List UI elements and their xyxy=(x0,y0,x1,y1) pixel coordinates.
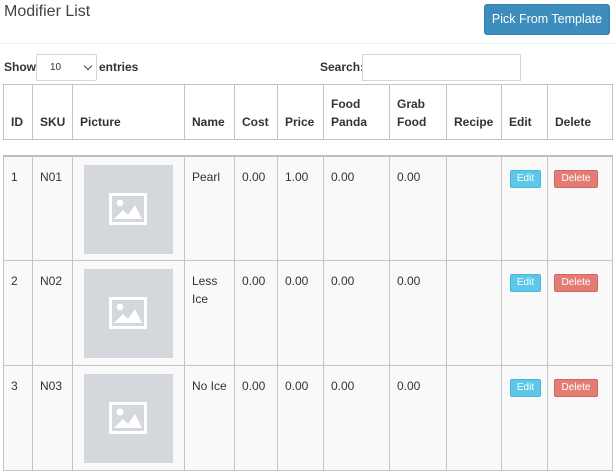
column-header-sku[interactable]: SKU xyxy=(32,84,73,140)
column-header-grab-food[interactable]: Grab Food xyxy=(389,84,447,140)
entries-label: entries xyxy=(99,60,139,74)
search-label: Search: xyxy=(320,60,365,74)
delete-button[interactable]: Delete xyxy=(554,379,598,397)
cell-delete: Delete xyxy=(547,365,613,471)
cell-grab-food: 0.00 xyxy=(389,260,447,366)
column-header-cost[interactable]: Cost xyxy=(234,84,278,140)
edit-button[interactable]: Edit xyxy=(510,379,541,397)
cell-name: Less Ice xyxy=(184,260,235,366)
cell-name: No Ice xyxy=(184,365,235,471)
cell-food-panda: 0.00 xyxy=(323,155,390,261)
cell-edit: Edit xyxy=(501,260,548,366)
cell-id: 3 xyxy=(3,365,33,471)
cell-recipe xyxy=(446,365,502,471)
column-header-name[interactable]: Name xyxy=(184,84,235,140)
cell-edit: Edit xyxy=(501,155,548,261)
cell-grab-food: 0.00 xyxy=(389,155,447,261)
cell-cost: 0.00 xyxy=(234,260,278,366)
edit-button[interactable]: Edit xyxy=(510,169,541,188)
table-header-row: ID SKU Picture Name Cost Price Food Pand… xyxy=(3,84,613,140)
column-header-recipe[interactable]: Recipe xyxy=(446,84,502,140)
cell-food-panda: 0.00 xyxy=(323,365,390,471)
page-length-select[interactable]: 10 xyxy=(36,54,97,81)
cell-price: 1.00 xyxy=(277,155,324,261)
cell-name: Pearl xyxy=(184,155,235,261)
image-placeholder xyxy=(84,374,173,463)
cell-picture xyxy=(72,155,185,261)
cell-price: 0.00 xyxy=(277,365,324,471)
cell-sku: N02 xyxy=(32,260,73,366)
pick-from-template-button[interactable]: Pick From Template xyxy=(484,4,610,35)
image-placeholder-icon xyxy=(109,297,147,329)
page-title: Modifier List xyxy=(4,3,91,20)
column-header-delete[interactable]: Delete xyxy=(547,84,613,140)
delete-button[interactable]: Delete xyxy=(554,169,598,188)
cell-cost: 0.00 xyxy=(234,365,278,471)
image-placeholder-icon xyxy=(109,192,147,225)
cell-id: 1 xyxy=(3,155,33,261)
cell-food-panda: 0.00 xyxy=(323,260,390,366)
cell-cost: 0.00 xyxy=(234,155,278,261)
chevron-down-icon xyxy=(83,61,93,71)
cell-sku: N01 xyxy=(32,155,73,261)
column-header-picture[interactable]: Picture xyxy=(72,84,185,140)
column-header-edit[interactable]: Edit xyxy=(501,84,548,140)
delete-button[interactable]: Delete xyxy=(554,274,598,292)
edit-button[interactable]: Edit xyxy=(510,274,541,292)
search-input[interactable] xyxy=(362,54,521,81)
image-placeholder xyxy=(84,269,173,358)
cell-id: 2 xyxy=(3,260,33,366)
cell-picture xyxy=(72,260,185,366)
column-header-price[interactable]: Price xyxy=(277,84,324,140)
column-header-food-panda[interactable]: Food Panda xyxy=(323,84,390,140)
column-header-id[interactable]: ID xyxy=(3,84,33,140)
page-length-value: 10 xyxy=(50,62,62,73)
cell-edit: Edit xyxy=(501,365,548,471)
cell-picture xyxy=(72,365,185,471)
table-row: 2 N02 Less Ice 0.00 0.00 0.00 0.00 Edit … xyxy=(3,260,613,366)
cell-delete: Delete xyxy=(547,155,613,261)
cell-grab-food: 0.00 xyxy=(389,365,447,471)
cell-recipe xyxy=(446,155,502,261)
table-row: 3 N03 No Ice 0.00 0.00 0.00 0.00 Edit De… xyxy=(3,365,613,471)
cell-sku: N03 xyxy=(32,365,73,471)
modifier-table: ID SKU Picture Name Cost Price Food Pand… xyxy=(3,84,613,471)
table-spacer-row xyxy=(3,139,613,157)
table-row: 1 N01 Pearl 0.00 1.00 0.00 0.00 Edit Del… xyxy=(3,155,613,261)
show-label: Show xyxy=(4,60,36,74)
header-divider xyxy=(0,43,615,44)
cell-recipe xyxy=(446,260,502,366)
image-placeholder-icon xyxy=(109,402,147,434)
cell-delete: Delete xyxy=(547,260,613,366)
image-placeholder xyxy=(84,164,173,254)
cell-price: 0.00 xyxy=(277,260,324,366)
